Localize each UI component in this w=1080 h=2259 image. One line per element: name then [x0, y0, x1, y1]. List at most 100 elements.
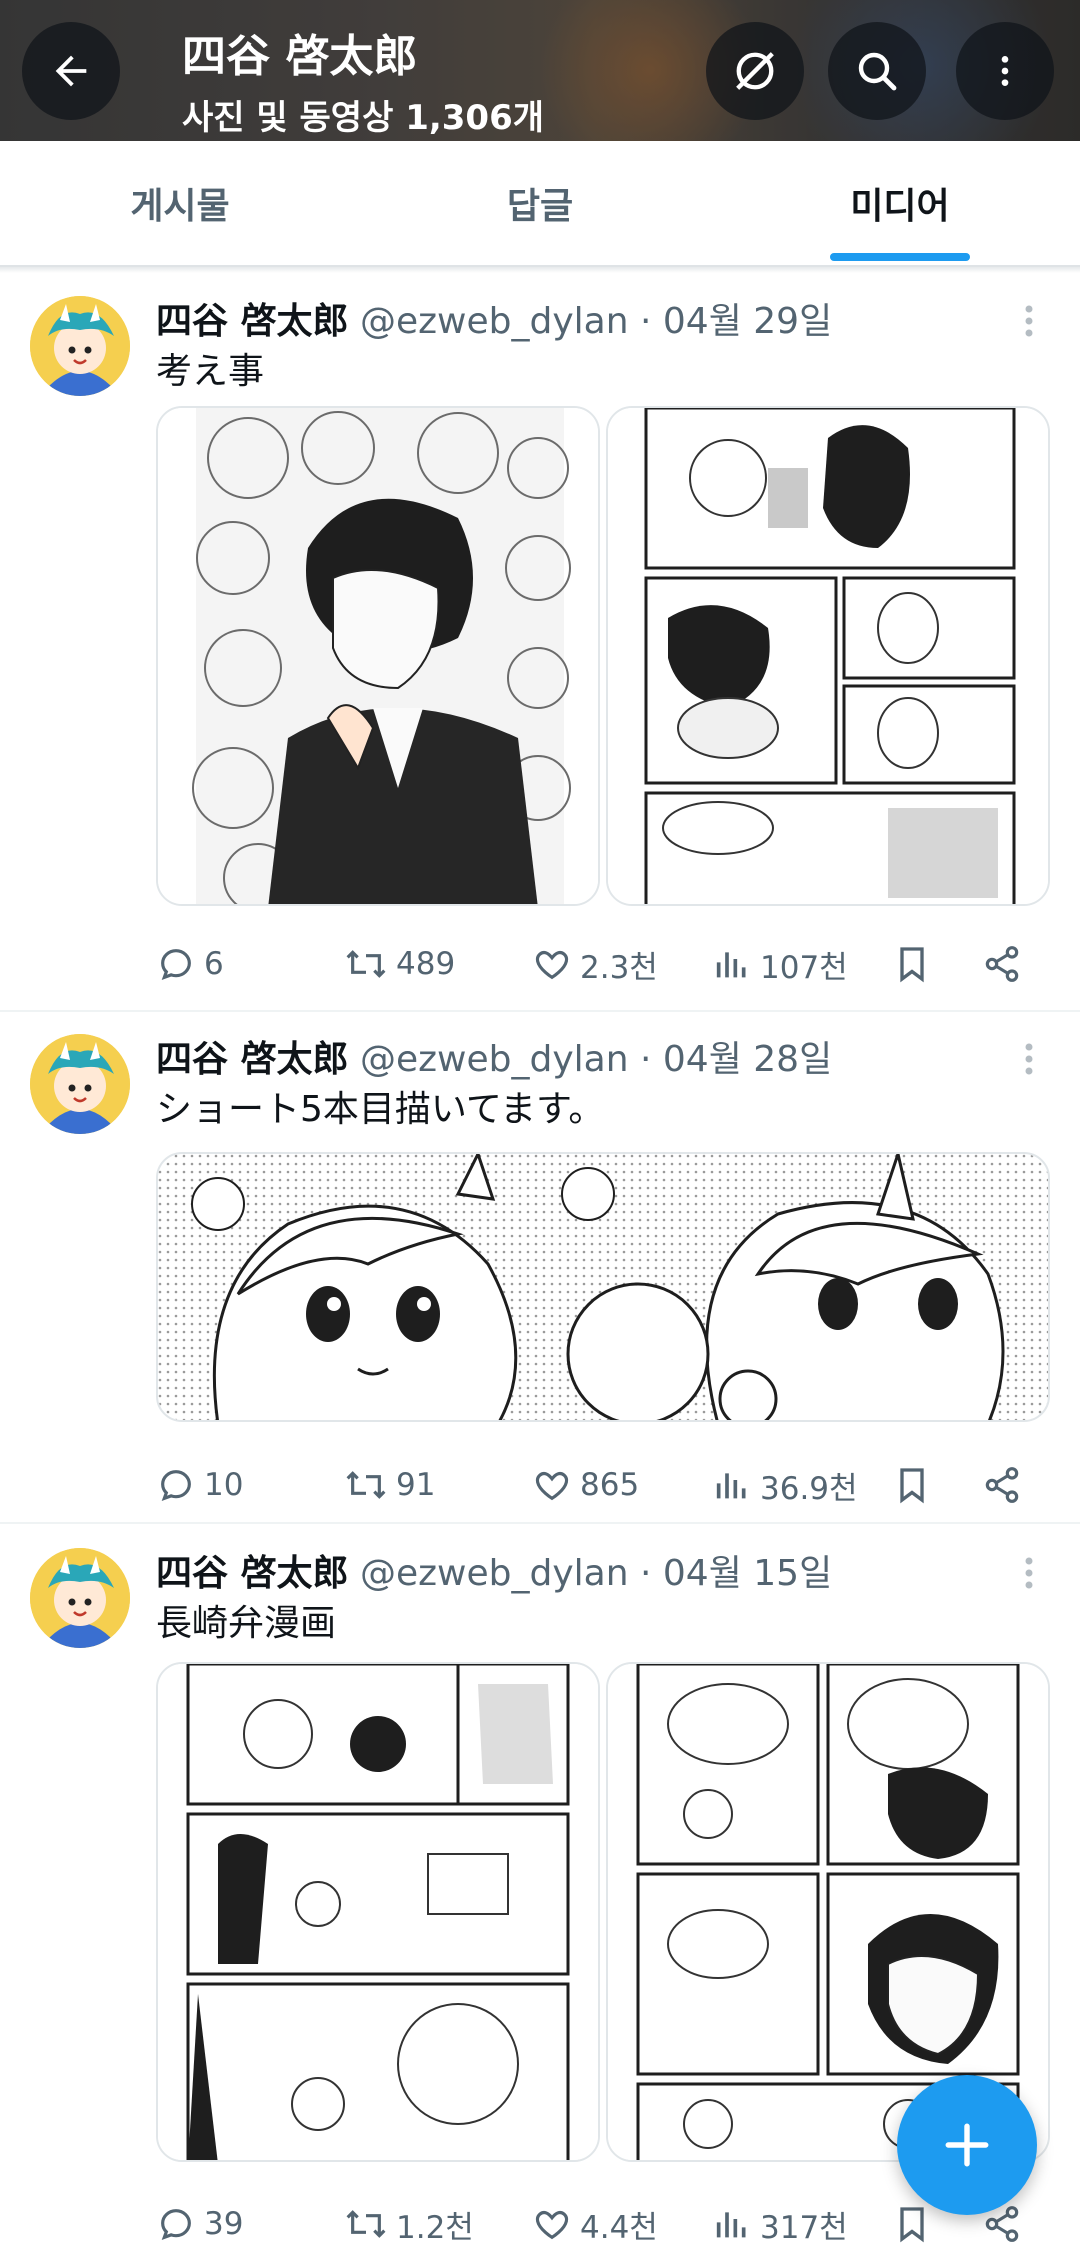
- bookmark-button[interactable]: [892, 1455, 940, 1515]
- post-actions: 6 489 2.3천 107천: [156, 934, 1056, 994]
- retweet-count: 1.2천: [396, 2209, 474, 2246]
- reply-count: 39: [204, 2206, 244, 2242]
- profile-header: 四谷 啓太郎 사진 및 동영상 1,306개: [0, 0, 1080, 141]
- post-actions: 10 91 865 36.9천: [156, 1455, 1056, 1515]
- author-name[interactable]: 四谷 啓太郎: [156, 301, 349, 342]
- share-button[interactable]: [982, 934, 1030, 994]
- post-more-button[interactable]: [1004, 1034, 1054, 1084]
- retweet-icon: [346, 1471, 386, 1499]
- avatar-image: [30, 1034, 130, 1134]
- reply-count: 10: [204, 1467, 244, 1503]
- bookmark-button[interactable]: [892, 934, 940, 994]
- like-count: 2.3천: [580, 949, 658, 986]
- compose-button[interactable]: [897, 2075, 1037, 2215]
- post-more-button[interactable]: [1004, 1548, 1054, 1598]
- comment-icon: [161, 1470, 191, 1501]
- separator-dot: ·: [639, 301, 652, 342]
- post-header: 四谷 啓太郎 @ezweb_dylan · 04월 29일: [156, 292, 832, 344]
- avatar[interactable]: [30, 1548, 130, 1648]
- bar-chart-icon: [716, 952, 746, 978]
- retweet-icon: [346, 950, 386, 978]
- bookmark-icon: [900, 2207, 924, 2243]
- post-date[interactable]: 04월 29일: [663, 301, 832, 342]
- avatar-image: [30, 296, 130, 396]
- author-name[interactable]: 四谷 啓太郎: [156, 1553, 349, 1594]
- bar-chart-icon: [716, 1473, 746, 1499]
- hide-button[interactable]: [706, 22, 804, 120]
- view-count: 317천: [760, 2209, 848, 2246]
- search-icon: [858, 52, 897, 91]
- media-count: 사진 및 동영상 1,306개: [182, 98, 545, 138]
- arrow-left-icon: [55, 55, 87, 87]
- avatar[interactable]: [30, 296, 130, 396]
- like-count: 4.4천: [580, 2209, 658, 2246]
- like-count: 865: [580, 1467, 640, 1503]
- reply-count: 6: [204, 946, 224, 982]
- author-name[interactable]: 四谷 啓太郎: [156, 1039, 349, 1080]
- like-button[interactable]: 4.4천: [532, 2194, 658, 2254]
- more-options-button[interactable]: [956, 22, 1054, 120]
- reply-button[interactable]: 39: [156, 2194, 243, 2254]
- post-card[interactable]: 四谷 啓太郎 @ezweb_dylan · 04월 29일 考え事 6 489 …: [0, 274, 1080, 1012]
- tab-media[interactable]: 미디어: [720, 141, 1080, 265]
- post-header: 四谷 啓太郎 @ezweb_dylan · 04월 15일: [156, 1544, 832, 1596]
- reply-button[interactable]: 6: [156, 934, 224, 994]
- author-handle[interactable]: @ezweb_dylan: [360, 1553, 629, 1594]
- media-image[interactable]: [156, 406, 600, 906]
- bar-chart-icon: [716, 2212, 746, 2238]
- search-button[interactable]: [828, 22, 926, 120]
- avatar-image: [30, 1548, 130, 1648]
- share-icon: [985, 946, 1019, 982]
- tab-replies[interactable]: 답글: [360, 141, 720, 265]
- more-vertical-icon: [1025, 1557, 1033, 1589]
- views-button[interactable]: 107천: [712, 934, 848, 994]
- post-card[interactable]: 四谷 啓太郎 @ezweb_dylan · 04월 28일 ショート5本目描いて…: [0, 1012, 1080, 1524]
- bookmark-icon: [900, 947, 924, 983]
- reply-button[interactable]: 10: [156, 1455, 243, 1515]
- eye-off-icon: [736, 52, 774, 90]
- post-date[interactable]: 04월 15일: [663, 1553, 832, 1594]
- views-button[interactable]: 317천: [712, 2194, 848, 2254]
- view-count: 107천: [760, 949, 848, 986]
- author-handle[interactable]: @ezweb_dylan: [360, 1039, 629, 1080]
- profile-tabs: 게시물 답글 미디어: [0, 141, 1080, 267]
- comment-icon: [161, 949, 191, 980]
- media-image[interactable]: [156, 1152, 1050, 1422]
- post-date[interactable]: 04월 28일: [663, 1039, 832, 1080]
- profile-title: 四谷 啓太郎: [182, 31, 418, 82]
- more-vertical-icon: [1025, 305, 1033, 337]
- separator-dot: ·: [639, 1039, 652, 1080]
- author-handle[interactable]: @ezweb_dylan: [360, 301, 629, 342]
- plus-icon: [945, 2123, 989, 2167]
- media-image[interactable]: [606, 406, 1050, 906]
- bookmark-icon: [900, 1468, 924, 1504]
- views-button[interactable]: 36.9천: [712, 1455, 858, 1515]
- share-button[interactable]: [982, 1455, 1030, 1515]
- avatar[interactable]: [30, 1034, 130, 1134]
- active-tab-indicator: [830, 253, 970, 261]
- post-header: 四谷 啓太郎 @ezweb_dylan · 04월 28일: [156, 1030, 832, 1082]
- share-icon: [985, 1467, 1019, 1503]
- post-text: 考え事: [156, 351, 265, 392]
- post-actions: 39 1.2천 4.4천 317천: [156, 2194, 1056, 2254]
- post-more-button[interactable]: [1004, 296, 1054, 346]
- back-button[interactable]: [22, 22, 120, 120]
- more-vertical-icon: [1025, 1043, 1033, 1075]
- retweet-button[interactable]: 489: [344, 934, 455, 994]
- retweet-count: 91: [396, 1467, 436, 1503]
- post-text: 長崎弁漫画: [156, 1603, 337, 1644]
- tabs-divider: [0, 267, 1080, 273]
- heart-icon: [535, 2210, 569, 2240]
- retweet-count: 489: [396, 946, 456, 982]
- media-image[interactable]: [156, 1662, 600, 2162]
- retweet-icon: [346, 2210, 386, 2238]
- view-count: 36.9천: [760, 1470, 858, 1507]
- heart-icon: [535, 950, 569, 980]
- retweet-button[interactable]: 1.2천: [344, 2194, 474, 2254]
- heart-icon: [535, 1471, 569, 1501]
- like-button[interactable]: 865: [532, 1455, 639, 1515]
- like-button[interactable]: 2.3천: [532, 934, 658, 994]
- retweet-button[interactable]: 91: [344, 1455, 435, 1515]
- more-vertical-icon: [1001, 56, 1009, 86]
- tab-posts[interactable]: 게시물: [0, 141, 360, 265]
